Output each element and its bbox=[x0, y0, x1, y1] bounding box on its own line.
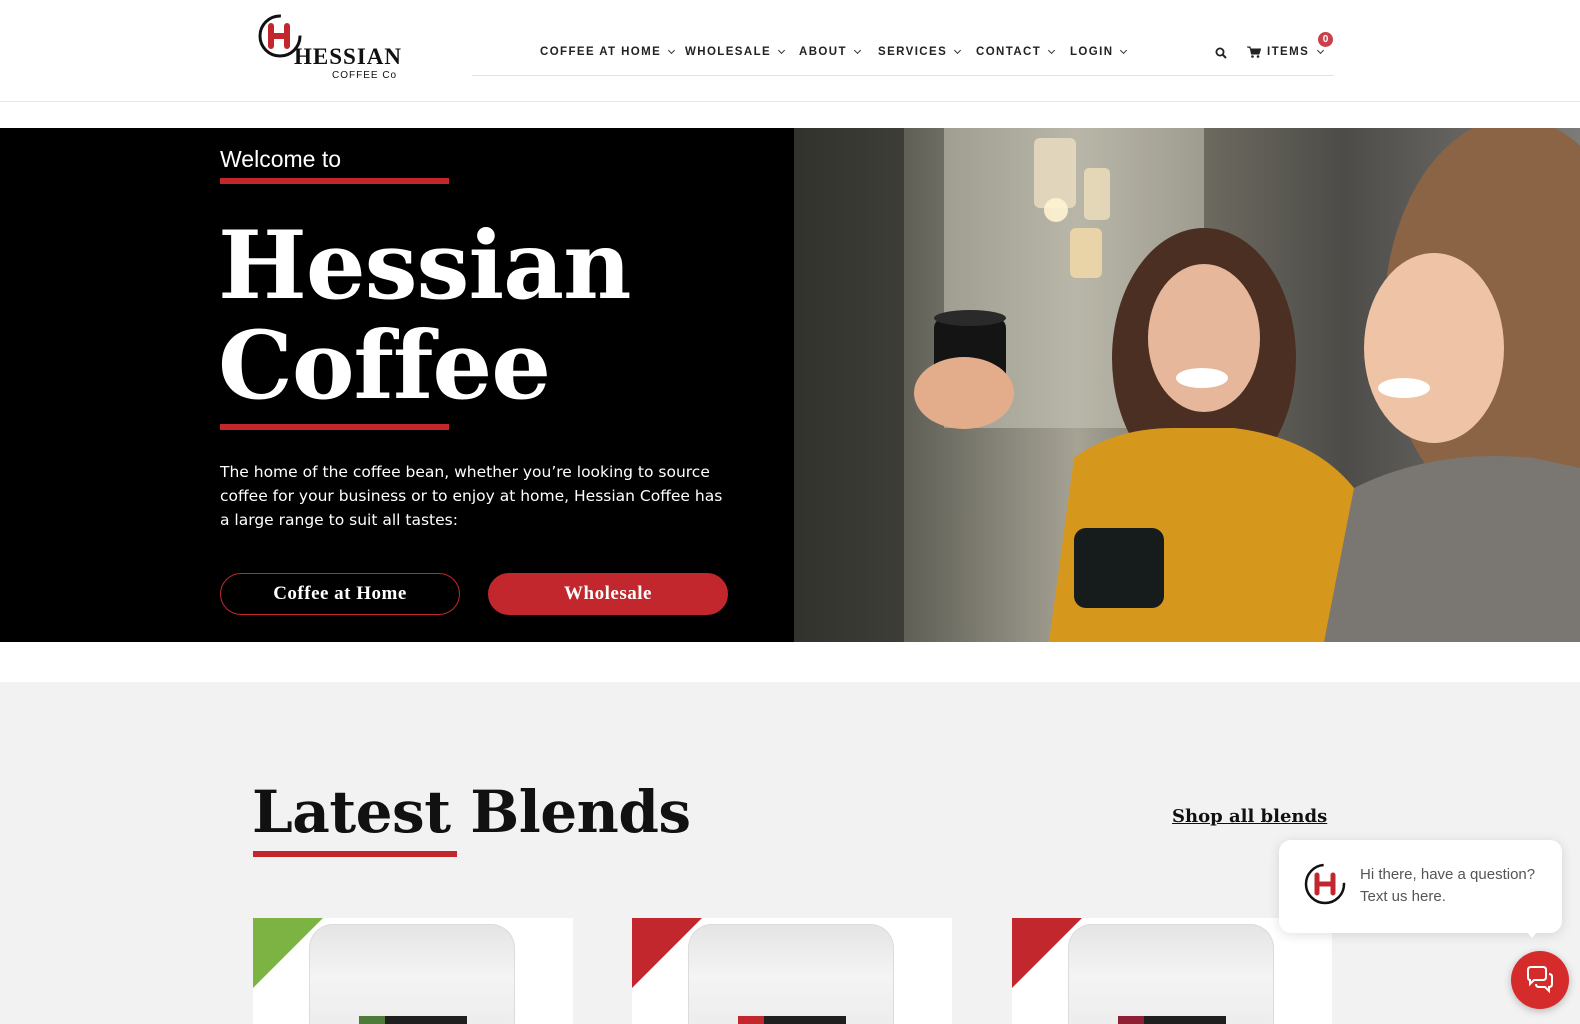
bag-label bbox=[738, 1016, 846, 1024]
chat-prompt-text: Hi there, have a question? Text us here. bbox=[1360, 866, 1536, 905]
hero-description: The home of the coffee bean, whether you… bbox=[220, 463, 723, 529]
coffee-bag-image bbox=[309, 924, 515, 1024]
hero-title-line1: Hessian bbox=[218, 211, 631, 321]
wholesale-button[interactable]: Wholesale bbox=[488, 573, 728, 615]
accent-bar bbox=[220, 178, 449, 184]
chevron-down-icon bbox=[778, 46, 786, 55]
accent-bar bbox=[220, 424, 449, 430]
cart-count-badge: 0 bbox=[1318, 32, 1333, 47]
logo[interactable]: HESSIAN COFFEE Co bbox=[256, 10, 406, 84]
cart-label: ITEMS bbox=[1267, 46, 1310, 58]
chevron-down-icon bbox=[1317, 46, 1325, 55]
chevron-down-icon bbox=[1048, 46, 1056, 55]
hero-title-line2: Coffee bbox=[218, 311, 551, 421]
hero-welcome: Welcome to bbox=[220, 146, 342, 172]
coffee-bag-image bbox=[688, 924, 894, 1024]
product-card[interactable] bbox=[253, 918, 573, 1024]
nav-item-services[interactable]: SERVICES bbox=[878, 46, 962, 58]
nav-item-label: SERVICES bbox=[878, 46, 948, 58]
chat-avatar-logo-icon bbox=[1304, 863, 1346, 905]
bag-label-stripe bbox=[1118, 1016, 1144, 1024]
bag-label bbox=[1118, 1016, 1226, 1024]
hero-section: Welcome to Hessian Coffee The home of th… bbox=[0, 128, 1580, 642]
hero-title: Hessian Coffee bbox=[218, 211, 631, 421]
cart-button[interactable]: ITEMS bbox=[1247, 46, 1325, 58]
nav-item-label: WHOLESALE bbox=[685, 46, 772, 58]
product-card[interactable] bbox=[632, 918, 952, 1024]
coffee-at-home-button[interactable]: Coffee at Home bbox=[220, 573, 460, 615]
nav-item-contact[interactable]: CONTACT bbox=[976, 46, 1056, 58]
logo-brand-text: HESSIAN bbox=[294, 44, 402, 69]
shop-all-blends-link[interactable]: Shop all blends bbox=[1172, 806, 1327, 827]
chevron-down-icon bbox=[853, 46, 861, 55]
accent-bar bbox=[253, 851, 457, 857]
nav-item-label: LOGIN bbox=[1070, 46, 1114, 58]
chevron-down-icon bbox=[1120, 46, 1128, 55]
bag-label-stripe bbox=[738, 1016, 764, 1024]
coffee-bag-image bbox=[1068, 924, 1274, 1024]
search-icon[interactable] bbox=[1215, 47, 1227, 59]
site-header: HESSIAN COFFEE Co COFFEE AT HOME WHOLESA… bbox=[0, 0, 1580, 102]
product-card[interactable] bbox=[1012, 918, 1332, 1024]
nav-item-label: ABOUT bbox=[799, 46, 847, 58]
nav-item-about[interactable]: ABOUT bbox=[799, 46, 861, 58]
hero-photo-illustration bbox=[794, 128, 1580, 642]
main-nav: COFFEE AT HOME WHOLESALE ABOUT SERVICES … bbox=[472, 32, 1334, 76]
hero-panel: Welcome to Hessian Coffee The home of th… bbox=[0, 128, 794, 642]
nav-item-login[interactable]: LOGIN bbox=[1070, 46, 1128, 58]
chevron-down-icon bbox=[954, 46, 962, 55]
chat-bubble-tail bbox=[1522, 926, 1542, 938]
nav-item-coffee-at-home[interactable]: COFFEE AT HOME bbox=[540, 46, 676, 58]
logo-sub-text: COFFEE Co bbox=[332, 70, 398, 81]
chevron-down-icon bbox=[668, 46, 676, 55]
nav-item-label: COFFEE AT HOME bbox=[540, 46, 662, 58]
section-title: Latest Blends bbox=[252, 778, 691, 846]
chat-open-button[interactable] bbox=[1511, 951, 1569, 1009]
hero-photo bbox=[794, 128, 1580, 642]
chat-prompt-bubble[interactable]: Hi there, have a question? Text us here. bbox=[1279, 840, 1562, 933]
bag-label bbox=[359, 1016, 467, 1024]
nav-item-wholesale[interactable]: WHOLESALE bbox=[685, 46, 786, 58]
cart-icon bbox=[1247, 46, 1261, 58]
nav-item-label: CONTACT bbox=[976, 46, 1042, 58]
chat-icon bbox=[1527, 966, 1553, 994]
bag-label-stripe bbox=[359, 1016, 385, 1024]
